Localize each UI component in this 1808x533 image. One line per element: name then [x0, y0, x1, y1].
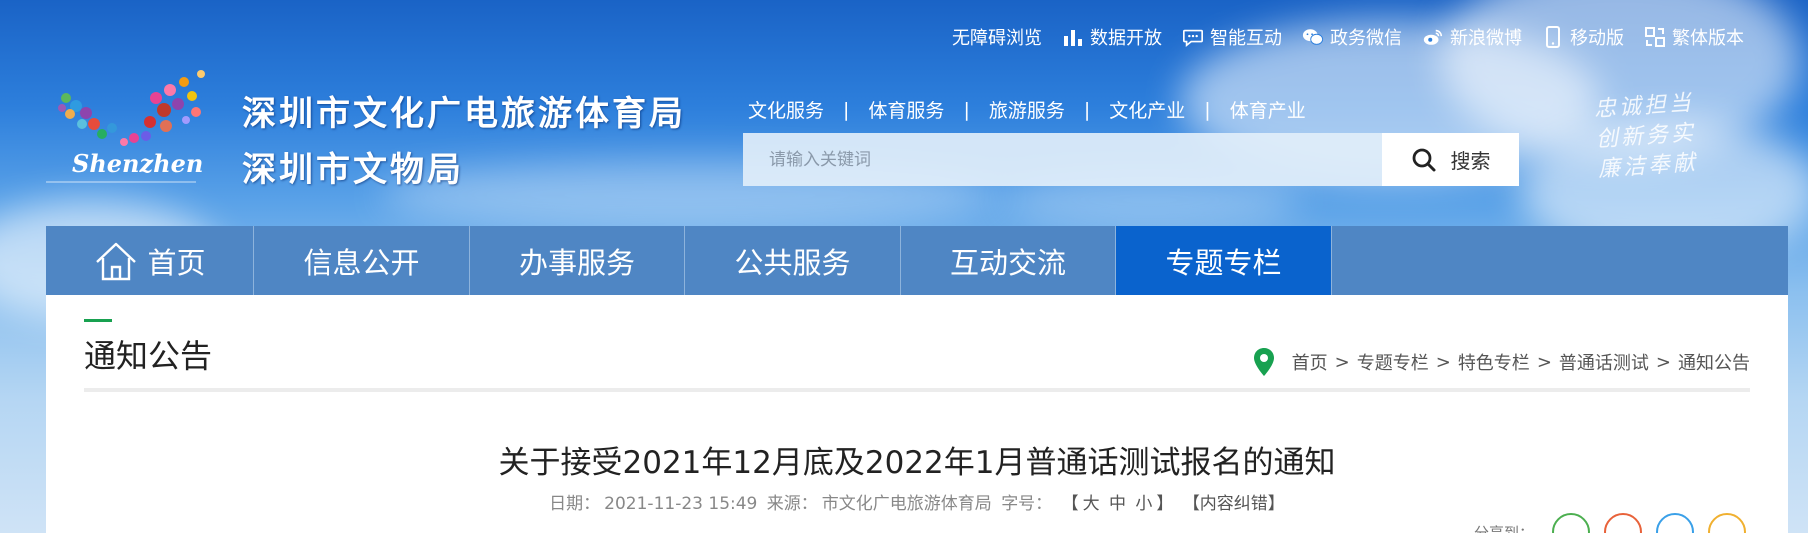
utility-label: 政务微信	[1330, 28, 1402, 49]
date-label: 日期：	[549, 494, 601, 514]
quick-link-tourism[interactable]: 旅游服务	[989, 96, 1065, 123]
weibo-icon	[1423, 29, 1443, 45]
org-name-primary: 深圳市文化广电旅游体育局	[242, 94, 686, 134]
utility-bar: 无障碍浏览 数据开放 智能互动 政务微信 新浪微博 移动版 繁体版本	[952, 22, 1744, 52]
utility-traditional[interactable]: 繁体版本	[1644, 24, 1744, 50]
content-panel: 通知公告 首页 > 专题专栏 > 特色专栏 > 普通话测试 > 通知公告 关于接…	[46, 295, 1788, 533]
utility-smart-interaction[interactable]: 智能互动	[1182, 24, 1282, 50]
wechat-icon	[1302, 29, 1324, 45]
nav-info-disclosure[interactable]: 信息公开	[254, 226, 470, 295]
logo-text: Shenzhen	[72, 149, 203, 178]
org-name-secondary: 深圳市文物局	[242, 150, 464, 190]
nav-label: 首页	[147, 245, 206, 280]
search-box: 搜索	[743, 133, 1519, 186]
share-label: 分享到：	[1473, 523, 1534, 533]
mobile-phone-icon	[1546, 26, 1560, 48]
breadcrumb-separator: >	[1334, 351, 1350, 373]
search-button[interactable]: 搜索	[1382, 133, 1519, 186]
slogan: 忠诚担当 创新务实 廉洁奉献	[1593, 89, 1699, 186]
quick-link-sports-industry[interactable]: 体育产业	[1230, 96, 1306, 123]
traditional-chinese-icon	[1645, 27, 1665, 47]
nav-label: 办事服务	[518, 245, 635, 280]
utility-open-data[interactable]: 数据开放	[1062, 24, 1162, 50]
article-source: 市文化广电旅游体育局	[821, 494, 992, 514]
share-qzone-button[interactable]	[1708, 513, 1746, 533]
breadcrumb-separator: >	[1435, 351, 1451, 373]
utility-label: 智能互动	[1210, 28, 1282, 49]
breadcrumb: 首页 > 专题专栏 > 特色专栏 > 普通话测试 > 通知公告	[1253, 347, 1750, 377]
utility-label: 移动版	[1570, 28, 1624, 49]
quick-link-culture[interactable]: 文化服务	[748, 96, 824, 123]
utility-label: 数据开放	[1090, 28, 1162, 49]
utility-label: 无障碍浏览	[952, 28, 1042, 49]
home-icon	[96, 242, 137, 280]
search-input[interactable]	[743, 133, 1382, 186]
quick-links: 文化服务 | 体育服务 | 旅游服务 | 文化产业 | 体育产业	[748, 96, 1306, 123]
utility-mobile[interactable]: 移动版	[1542, 24, 1624, 50]
utility-label: 繁体版本	[1672, 28, 1744, 49]
font-size-open-bracket: 【	[1061, 494, 1079, 514]
font-size-small-button[interactable]: 小	[1135, 494, 1152, 514]
search-button-label: 搜索	[1450, 149, 1491, 173]
share-bar: 分享到：	[1474, 513, 1746, 533]
quick-link-sports[interactable]: 体育服务	[868, 96, 944, 123]
utility-label: 新浪微博	[1450, 28, 1522, 49]
error-report-link[interactable]: 【内容纠错】	[1183, 494, 1285, 514]
nav-public-services[interactable]: 公共服务	[685, 226, 901, 295]
shenzhen-butterfly-logo[interactable]: Shenzhen	[46, 68, 226, 198]
butterfly-icon	[58, 70, 205, 146]
bar-chart-icon	[1064, 30, 1082, 46]
nav-services[interactable]: 办事服务	[470, 226, 685, 295]
nav-label: 专题专栏	[1165, 245, 1282, 280]
breadcrumb-special-topics[interactable]: 专题专栏	[1357, 349, 1429, 375]
section-title: 通知公告	[84, 319, 212, 377]
share-qq-button[interactable]	[1656, 513, 1694, 533]
nav-interaction[interactable]: 互动交流	[901, 226, 1116, 295]
quick-link-separator: |	[1083, 98, 1091, 121]
nav-home[interactable]: 首页	[46, 226, 254, 295]
location-pin-icon	[1253, 348, 1274, 376]
source-label: 来源：	[766, 494, 818, 514]
chat-bubble-icon	[1183, 29, 1203, 47]
utility-weibo[interactable]: 新浪微博	[1422, 24, 1522, 50]
utility-accessibility[interactable]: 无障碍浏览	[952, 24, 1042, 50]
breadcrumb-separator: >	[1536, 351, 1552, 373]
nav-special-topics[interactable]: 专题专栏	[1116, 226, 1332, 295]
breadcrumb-mandarin-test[interactable]: 普通话测试	[1559, 349, 1649, 375]
breadcrumb-featured[interactable]: 特色专栏	[1458, 349, 1530, 375]
breadcrumb-home[interactable]: 首页	[1292, 349, 1328, 375]
quick-link-separator: |	[1204, 98, 1211, 121]
share-wechat-button[interactable]	[1552, 513, 1590, 533]
quick-link-separator: |	[963, 98, 970, 121]
font-size-close-bracket: 】	[1156, 494, 1174, 514]
nav-label: 信息公开	[303, 245, 420, 280]
article-title: 关于接受2021年12月底及2022年1月普通话测试报名的通知	[498, 445, 1336, 481]
font-size-large-button[interactable]: 大	[1083, 494, 1100, 514]
share-weibo-button[interactable]	[1604, 513, 1642, 533]
font-size-medium-button[interactable]: 中	[1109, 494, 1126, 514]
font-size-label: 字号：	[1001, 494, 1053, 514]
quick-link-culture-industry[interactable]: 文化产业	[1109, 96, 1185, 123]
breadcrumb-separator: >	[1655, 351, 1671, 373]
nav-label: 互动交流	[949, 245, 1066, 280]
search-icon	[1412, 148, 1435, 171]
main-nav: 首页 信息公开 办事服务 公共服务 互动交流 专题专栏	[46, 226, 1788, 295]
quick-link-separator: |	[843, 98, 850, 121]
utility-wechat[interactable]: 政务微信	[1302, 24, 1402, 50]
breadcrumb-notices[interactable]: 通知公告	[1678, 349, 1750, 375]
article-meta: 日期： 2021-11-23 15:49 来源： 市文化广电旅游体育局 字号： 【大…	[46, 489, 1788, 514]
nav-label: 公共服务	[734, 245, 851, 280]
section-divider	[84, 388, 1750, 392]
article-date: 2021-11-23 15:49	[604, 494, 758, 514]
